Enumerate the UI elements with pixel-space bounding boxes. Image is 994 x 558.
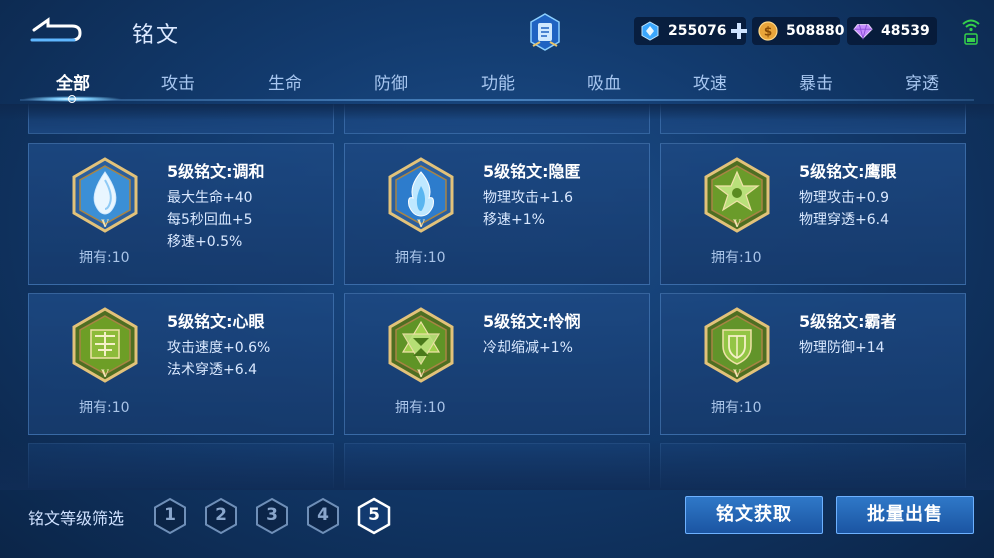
inscription-name: 5级铭文:霸者 (799, 312, 897, 331)
gold-balance: $ 508880 (752, 17, 844, 45)
inscription-name: 5级铭文:隐匿 (483, 162, 581, 181)
svg-text:V: V (416, 369, 425, 380)
level-filter-label: 铭文等级筛选 (28, 509, 125, 528)
inscription-attr: 物理攻击+1.6 (483, 190, 573, 206)
level-filter-label-1: 1 (164, 505, 176, 525)
diamond-coupon-icon (640, 21, 660, 41)
inscription-card-overlord[interactable]: V 5级铭文:霸者 物理防御+14 拥有:10 (660, 293, 966, 435)
inscription-book-icon[interactable] (528, 12, 562, 52)
level-filter-5[interactable]: 5 (356, 497, 392, 535)
owned-count: 拥有:10 (79, 250, 130, 266)
scroll-fade-bottom (0, 440, 994, 490)
level-filter-label-4: 4 (317, 505, 329, 525)
green-shield-emblem-icon: V (701, 306, 773, 384)
inscription-attr: 物理攻击+0.9 (799, 190, 889, 206)
water-drop-emblem-icon: V (69, 156, 141, 234)
page-title: 铭文 (132, 23, 181, 48)
add-currency-button[interactable] (730, 22, 747, 40)
inscription-attr: 每5秒回血+5 (167, 212, 253, 228)
tab-all[interactable]: 全部 (33, 69, 113, 94)
inscription-attr: 攻击速度+0.6% (167, 340, 271, 356)
inscription-attr: 物理防御+14 (799, 340, 885, 356)
level-filter-label-2: 2 (215, 505, 227, 525)
inscription-card-mercy[interactable]: V 5级铭文:怜悯 冷却缩减+1% 拥有:10 (344, 293, 650, 435)
purple-crystal-icon (853, 21, 873, 41)
inscription-name: 5级铭文:心眼 (167, 312, 265, 331)
hourglass-emblem-icon: V (385, 306, 457, 384)
inscription-card-mind-eye[interactable]: V 5级铭文:心眼 攻击速度+0.6% 法术穿透+6.4 拥有:10 (28, 293, 334, 435)
green-rune-emblem-icon: V (69, 306, 141, 384)
level-filter-2[interactable]: 2 (203, 497, 239, 535)
tab-attack-speed[interactable]: 攻速 (670, 69, 750, 94)
tab-penetration[interactable]: 穿透 (882, 69, 962, 94)
level-filter-label-5: 5 (368, 505, 380, 525)
tab-crit[interactable]: 暴击 (776, 69, 856, 94)
owned-count: 拥有:10 (395, 400, 446, 416)
gold-coin-icon: $ (758, 21, 778, 41)
inscription-attr: 最大生命+40 (167, 190, 253, 206)
inscription-attr: 法术穿透+6.4 (167, 362, 257, 378)
svg-text:$: $ (764, 25, 772, 39)
tab-lifesteal[interactable]: 吸血 (564, 69, 644, 94)
obtain-inscription-button[interactable]: 铭文获取 (685, 496, 823, 534)
inscription-card-hawkeye[interactable]: V 5级铭文:鹰眼 物理攻击+0.9 物理穿透+6.4 拥有:10 (660, 143, 966, 285)
owned-count: 拥有:10 (711, 250, 762, 266)
inscription-name: 5级铭文:鹰眼 (799, 162, 897, 181)
blue-flame-emblem-icon: V (385, 156, 457, 234)
svg-text:V: V (416, 219, 425, 230)
level-filter-3[interactable]: 3 (254, 497, 290, 535)
gold-value: 508880 (786, 23, 845, 39)
level-filter-label-3: 3 (266, 505, 278, 525)
svg-text:V: V (100, 219, 109, 230)
crystal-balance: 48539 (847, 17, 937, 45)
inscription-grid[interactable]: V 5级铭文:调和 最大生命+40 每5秒回血+5 移速+0.5% 拥有:10 … (0, 104, 994, 488)
diamond-coupon-balance: 255076 (634, 17, 747, 45)
inscription-attr: 移速+0.5% (167, 234, 243, 250)
inscription-card-harmony[interactable]: V 5级铭文:调和 最大生命+40 每5秒回血+5 移速+0.5% 拥有:10 (28, 143, 334, 285)
inscription-name: 5级铭文:调和 (167, 162, 265, 181)
back-icon[interactable] (28, 16, 84, 44)
tab-health[interactable]: 生命 (245, 69, 325, 94)
inscription-attr: 移速+1% (483, 212, 545, 228)
inscription-card-stealth[interactable]: V 5级铭文:隐匿 物理攻击+1.6 移速+1% 拥有:10 (344, 143, 650, 285)
owned-count: 拥有:10 (395, 250, 446, 266)
owned-count: 拥有:10 (79, 400, 130, 416)
top-bar: 铭文 255076 $ 508880 48539 (0, 0, 994, 62)
tab-defense[interactable]: 防御 (351, 69, 431, 94)
svg-text:V: V (100, 369, 109, 380)
tab-attack[interactable]: 攻击 (138, 69, 218, 94)
inscription-name: 5级铭文:怜悯 (483, 312, 581, 331)
crystal-value: 48539 (881, 23, 930, 39)
svg-text:V: V (732, 369, 741, 380)
tab-utility[interactable]: 功能 (458, 69, 538, 94)
bulk-sell-button[interactable]: 批量出售 (836, 496, 974, 534)
level-filter-1[interactable]: 1 (152, 497, 188, 535)
green-star-emblem-icon: V (701, 156, 773, 234)
category-tabs: 全部 攻击 生命 防御 功能 吸血 攻速 暴击 穿透 (20, 62, 974, 102)
svg-text:V: V (732, 219, 741, 230)
owned-count: 拥有:10 (711, 400, 762, 416)
diamond-coupon-value: 255076 (668, 23, 727, 39)
inscription-attr: 冷却缩减+1% (483, 340, 573, 356)
inscription-attr: 物理穿透+6.4 (799, 212, 889, 228)
tab-divider (20, 99, 974, 101)
scroll-fade-top (0, 104, 994, 120)
active-tab-indicator-dot (68, 95, 76, 103)
wifi-battery-icon (960, 18, 982, 46)
level-filter-4[interactable]: 4 (305, 497, 341, 535)
